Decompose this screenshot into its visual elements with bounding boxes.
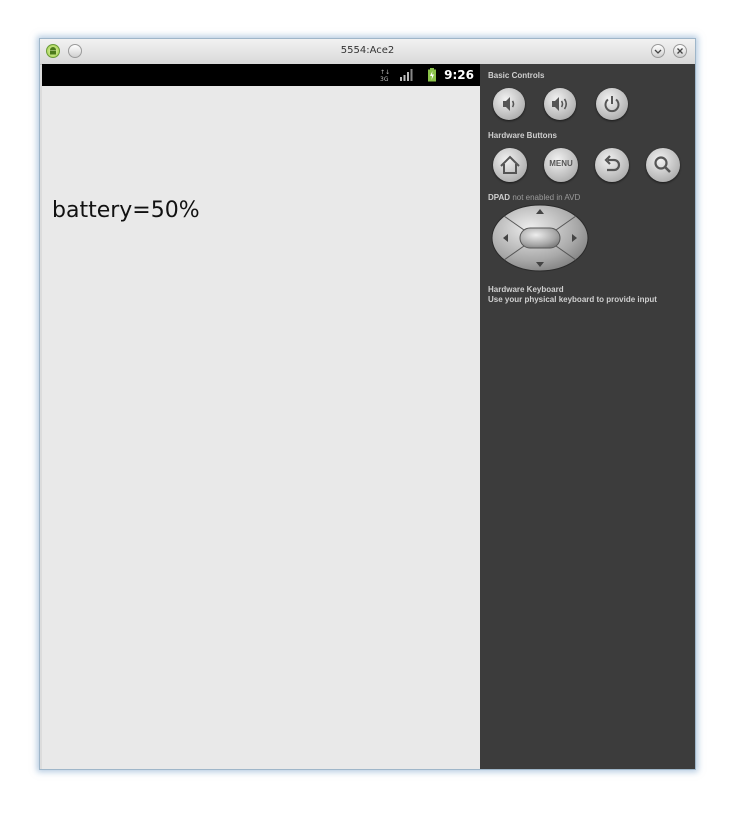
minimize-icon[interactable] (651, 44, 665, 58)
hardware-keyboard-note: Use your physical keyboard to provide in… (488, 295, 657, 304)
back-button[interactable] (595, 148, 629, 182)
battery-charging-icon (428, 68, 436, 82)
volume-up-button[interactable] (544, 88, 576, 120)
back-icon (604, 155, 621, 172)
menu-button-label: MENU (549, 159, 573, 168)
power-button[interactable] (596, 88, 628, 120)
data-3g-icon: ↑↓ 3G (380, 69, 390, 82)
home-icon (500, 155, 520, 174)
signal-icon (400, 69, 413, 81)
volume-down-icon (503, 97, 515, 111)
svg-text:↑↓: ↑↓ (380, 69, 390, 76)
hardware-keyboard-info: Hardware Keyboard Use your physical keyb… (488, 285, 657, 305)
battery-text: battery=50% (52, 198, 200, 223)
device-screen[interactable]: ↑↓ 3G 9:26 battery=50% (42, 64, 480, 769)
hardware-keyboard-label: Hardware Keyboard (488, 285, 564, 294)
title-bar[interactable]: 5554:Ace2 (40, 39, 695, 65)
dpad-note: not enabled in AVD (512, 193, 581, 202)
basic-controls-label: Basic Controls (488, 71, 545, 80)
volume-down-button[interactable] (493, 88, 525, 120)
close-icon[interactable] (673, 44, 687, 58)
window-title: 5554:Ace2 (340, 45, 395, 56)
menu-button[interactable]: MENU (544, 148, 578, 182)
status-time: 9:26 (444, 68, 474, 82)
search-icon (654, 156, 671, 173)
status-bar: ↑↓ 3G 9:26 (42, 64, 480, 86)
hardware-buttons-label: Hardware Buttons (488, 131, 557, 140)
svg-text:3G: 3G (380, 76, 389, 82)
dpad-label: DPAD not enabled in AVD (488, 193, 580, 202)
controls-panel: Basic Controls Hardware Buttons MENU DPA… (480, 64, 695, 769)
power-icon (604, 96, 620, 113)
dpad[interactable] (490, 204, 590, 272)
emulator-window: 5554:Ace2 ↑↓ 3G 9:26 battery=50% Basic C… (39, 38, 696, 770)
volume-up-icon (552, 97, 568, 111)
search-button[interactable] (646, 148, 680, 182)
home-button[interactable] (493, 148, 527, 182)
dpad-label-text: DPAD (488, 193, 511, 202)
